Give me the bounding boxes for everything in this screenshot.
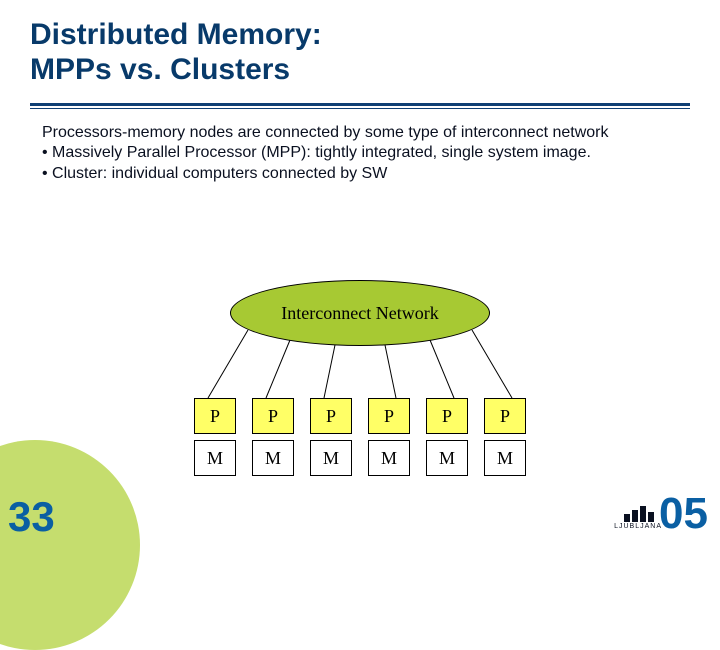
processor-box: P — [194, 398, 236, 434]
slide-title-line1: Distributed Memory: — [30, 18, 322, 51]
processor-box: P — [252, 398, 294, 434]
body-bullet-2: Cluster: individual computers connected … — [52, 165, 387, 182]
memory-box: M — [426, 440, 468, 476]
body-bullet-1: Massively Parallel Processor (MPP): tigh… — [52, 144, 591, 161]
memory-box: M — [484, 440, 526, 476]
interconnect-network: Interconnect Network — [230, 280, 490, 346]
processor-box: P — [484, 398, 526, 434]
year-suffix: 05 — [659, 492, 708, 536]
memory-box: M — [310, 440, 352, 476]
processor-box: P — [368, 398, 410, 434]
processor-box: P — [310, 398, 352, 434]
interconnect-label: Interconnect Network — [281, 303, 438, 324]
memory-box: M — [252, 440, 294, 476]
slide-title-block: Distributed Memory: MPPs vs. Clusters — [0, 0, 720, 95]
memory-row: M M M M M M — [194, 440, 526, 476]
memory-box: M — [368, 440, 410, 476]
memory-box: M — [194, 440, 236, 476]
logo-text: LJUBLJANA — [614, 523, 662, 530]
slide-number: 33 — [8, 496, 55, 538]
processor-row: P P P P P P — [194, 398, 526, 434]
architecture-diagram: Interconnect Network P P P P P P M M M M… — [140, 280, 580, 480]
corner-decoration — [0, 440, 140, 650]
university-logo: LJUBLJANA — [614, 506, 662, 530]
slide-title: Distributed Memory: MPPs vs. Clusters — [30, 18, 690, 87]
body-intro: Processors-memory nodes are connected by… — [42, 124, 609, 141]
processor-box: P — [426, 398, 468, 434]
slide-body: Processors-memory nodes are connected by… — [0, 109, 650, 184]
logo-icon — [622, 506, 654, 522]
slide-title-line2: MPPs vs. Clusters — [30, 53, 290, 86]
